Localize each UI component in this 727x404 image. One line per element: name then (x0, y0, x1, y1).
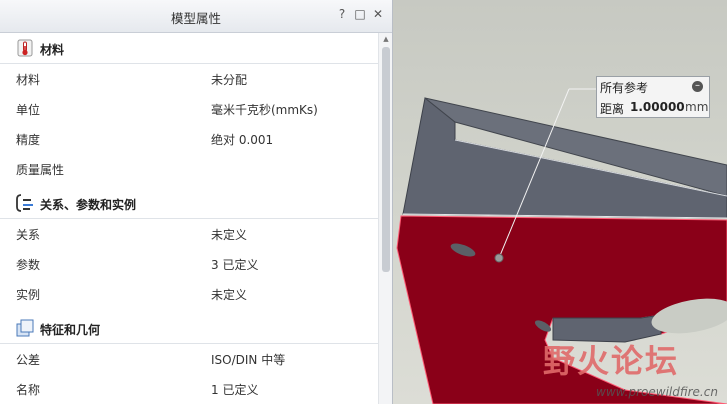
reference-point-marker[interactable] (494, 253, 504, 263)
property-value[interactable]: 1 已定义 (211, 381, 258, 398)
section-features-title: 特征和几何 (40, 323, 101, 337)
property-row-relations[interactable]: 关系 未定义 (0, 219, 378, 249)
scrollbar-thumb[interactable] (382, 47, 390, 272)
property-row-material[interactable]: 材料 未分配 (0, 64, 378, 94)
property-row-names[interactable]: 名称 1 已定义 (0, 374, 378, 404)
panel-scrollbar[interactable]: ▲ (378, 33, 392, 404)
distance-value[interactable]: 1.00000 (630, 100, 685, 114)
property-value[interactable]: 未定义 (211, 286, 247, 303)
property-row-accuracy[interactable]: 精度 绝对 0.001 (0, 124, 378, 154)
property-row-parameters[interactable]: 参数 3 已定义 (0, 249, 378, 279)
property-value[interactable]: 未定义 (211, 226, 247, 243)
relations-icon (16, 194, 33, 212)
property-key: 单位 (16, 103, 41, 117)
property-row-instances[interactable]: 实例 未定义 (0, 279, 378, 309)
section-relations-header[interactable]: 关系、参数和实例 (0, 188, 378, 219)
section-material-title: 材料 (40, 43, 65, 57)
property-value[interactable]: 未分配 (211, 71, 247, 88)
property-value[interactable]: 毫米千克秒(mmKs) (211, 101, 318, 118)
property-key: 实例 (16, 288, 41, 302)
property-value[interactable]: 绝对 0.001 (211, 131, 273, 148)
watermark-url: www.proewildfire.cn (596, 385, 718, 399)
property-value[interactable]: ISO/DIN 中等 (211, 351, 285, 368)
reference-callout[interactable]: 所有参考 – 距离 1.00000 mm (596, 76, 710, 118)
distance-unit: mm (685, 100, 709, 114)
section-relations-title: 关系、参数和实例 (40, 198, 137, 212)
model-properties-panel: 模型属性 ? □ ✕ 材料 材料 未分配 单位 毫米千克秒(mmKs) 精度 绝… (0, 0, 393, 404)
scroll-up-arrow-icon[interactable]: ▲ (381, 35, 391, 43)
property-row-units[interactable]: 单位 毫米千克秒(mmKs) (0, 94, 378, 124)
panel-titlebar: 模型属性 ? □ ✕ (0, 0, 392, 33)
property-key: 质量属性 (16, 163, 65, 177)
section-features-header[interactable]: 特征和几何 (0, 313, 378, 344)
thermometer-icon (17, 39, 33, 57)
property-key: 名称 (16, 383, 41, 397)
distance-label: 距离 (600, 102, 625, 116)
help-button[interactable]: ? (335, 7, 349, 21)
properties-content: 材料 材料 未分配 单位 毫米千克秒(mmKs) 精度 绝对 0.001 质量属… (0, 33, 378, 404)
section-material-header[interactable]: 材料 (0, 33, 378, 64)
maximize-button[interactable]: □ (353, 7, 367, 21)
features-icon (16, 319, 34, 337)
panel-title: 模型属性 (170, 11, 221, 26)
watermark-logo-text: 野火论坛 (543, 342, 680, 380)
property-value[interactable]: 3 已定义 (211, 256, 258, 273)
property-key: 精度 (16, 133, 41, 147)
property-row-tolerance[interactable]: 公差 ISO/DIN 中等 (0, 344, 378, 374)
collapse-minus-icon[interactable]: – (692, 81, 703, 92)
property-key: 材料 (16, 73, 41, 87)
property-key: 参数 (16, 258, 41, 272)
property-key: 关系 (16, 228, 41, 242)
reference-title: 所有参考 (600, 81, 649, 95)
property-row-mass-properties[interactable]: 质量属性 (0, 154, 378, 184)
close-button[interactable]: ✕ (371, 7, 385, 21)
graphics-viewport[interactable]: 所有参考 – 距离 1.00000 mm 野火论坛 www.proewildfi… (393, 0, 727, 404)
property-key: 公差 (16, 353, 41, 367)
